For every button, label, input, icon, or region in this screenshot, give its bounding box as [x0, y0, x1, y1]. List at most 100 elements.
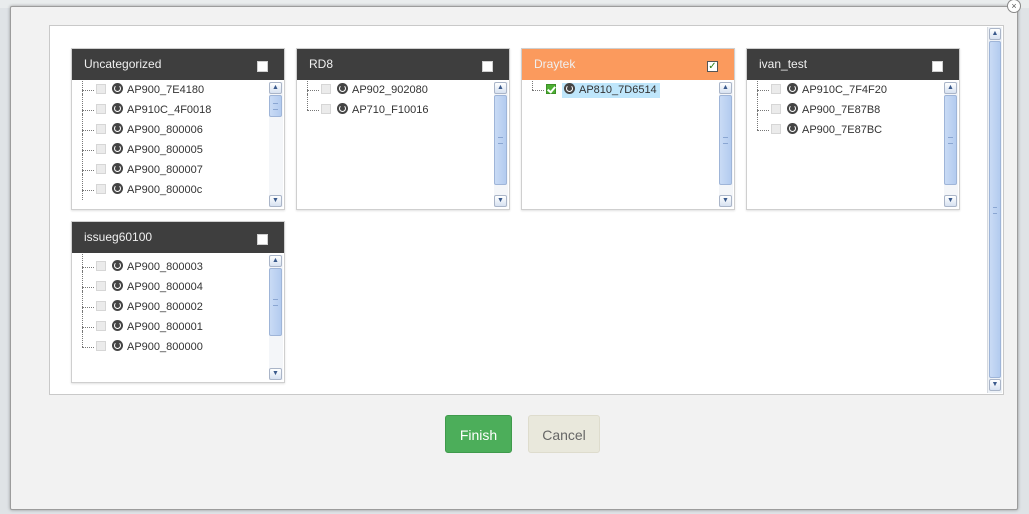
tree-node[interactable]: AP900_80000c	[82, 174, 266, 200]
close-icon[interactable]: ×	[1007, 0, 1021, 13]
group-tree: AP900_800003 AP900_800004 AP900_800002 A…	[72, 253, 284, 382]
chevron-down-icon[interactable]: ▼	[719, 195, 732, 207]
chevron-up-icon[interactable]: ▲	[719, 82, 732, 94]
ap-label: AP900_800001	[127, 321, 203, 333]
checkbox-icon[interactable]	[96, 144, 106, 154]
tree-node[interactable]: AP900_800004	[82, 271, 266, 297]
chevron-up-icon[interactable]: ▲	[989, 28, 1001, 40]
chevron-down-icon[interactable]: ▼	[494, 195, 507, 207]
checkbox-icon[interactable]	[321, 104, 331, 114]
tree-node[interactable]: AP900_7E87B8	[757, 94, 941, 120]
chevron-down-icon[interactable]: ▼	[944, 195, 957, 207]
group-tree: AP810_7D6514 ▲ ▼	[522, 80, 734, 209]
scrollbar-thumb[interactable]	[269, 95, 282, 117]
access-point-icon	[112, 123, 123, 134]
ap-label: AP900_800003	[127, 261, 203, 273]
group-scrollbar[interactable]: ▲ ▼	[944, 82, 958, 207]
checkbox-icon[interactable]	[257, 234, 268, 245]
ap-label: AP900_800007	[127, 164, 203, 176]
checkbox-icon[interactable]	[257, 61, 268, 72]
access-point-icon	[787, 123, 798, 134]
group-panel: ▲ ▼ Uncategorized AP900_7E4180 AP910C_4F…	[49, 25, 1004, 395]
ap-label: AP900_7E4180	[127, 84, 205, 96]
group-scrollbar[interactable]: ▲ ▼	[719, 82, 733, 207]
checkbox-icon[interactable]: ✓	[707, 61, 718, 72]
tree-node[interactable]: AP900_7E87BC	[757, 114, 941, 140]
group-scrollbar[interactable]: ▲ ▼	[269, 255, 283, 380]
tree-node[interactable]: AP810_7D6514	[532, 80, 716, 100]
access-point-icon	[112, 103, 123, 114]
checkbox-icon[interactable]	[546, 84, 556, 94]
checkbox-icon[interactable]	[96, 84, 106, 94]
checkbox-icon[interactable]	[96, 321, 106, 331]
ap-label-text: AP810_7D6514	[579, 84, 657, 96]
tree-node[interactable]: AP902_902080	[307, 80, 491, 100]
access-point-icon	[112, 163, 123, 174]
checkbox-icon[interactable]	[96, 301, 106, 311]
access-point-icon	[112, 300, 123, 311]
checkbox-icon[interactable]	[321, 84, 331, 94]
tree-node[interactable]: AP900_800005	[82, 134, 266, 160]
checkbox-icon[interactable]	[482, 61, 493, 72]
scrollbar-thumb[interactable]	[269, 268, 282, 336]
group-title: issueg60100	[84, 230, 153, 244]
ap-label: AP900_80000c	[127, 184, 203, 196]
checkbox-icon[interactable]	[932, 61, 943, 72]
checkbox-icon[interactable]	[771, 84, 781, 94]
checkbox-icon[interactable]	[96, 341, 106, 351]
access-point-icon	[787, 103, 798, 114]
access-point-icon	[337, 103, 348, 114]
chevron-up-icon[interactable]: ▲	[944, 82, 957, 94]
chevron-down-icon[interactable]: ▼	[269, 195, 282, 207]
group-header: Uncategorized	[72, 49, 284, 80]
scrollbar-thumb[interactable]	[944, 95, 957, 185]
finish-button[interactable]: Finish	[445, 415, 512, 453]
access-point-icon	[112, 340, 123, 351]
chevron-up-icon[interactable]: ▲	[494, 82, 507, 94]
checkbox-icon[interactable]	[96, 124, 106, 134]
tree-node[interactable]: AP900_800002	[82, 291, 266, 317]
group-card-issueg60100: issueg60100 AP900_800003 AP900_800004 AP…	[71, 221, 285, 383]
checkbox-icon[interactable]	[96, 261, 106, 271]
scrollbar-thumb[interactable]	[494, 95, 507, 185]
ap-label: AP902_902080	[352, 84, 428, 96]
checkbox-icon[interactable]	[771, 104, 781, 114]
tree-node[interactable]: AP900_7E4180	[82, 80, 266, 100]
tree-node[interactable]: AP710_F10016	[307, 94, 491, 120]
tree-node[interactable]: AP910C_7F4F20	[757, 80, 941, 100]
group-scrollbar[interactable]: ▲ ▼	[269, 82, 283, 207]
ap-label: AP900_800006	[127, 124, 203, 136]
tree-node[interactable]: AP900_800003	[82, 253, 266, 277]
ap-label-selected: AP810_7D6514	[562, 83, 660, 98]
tree-node[interactable]: AP900_800007	[82, 154, 266, 180]
chevron-up-icon[interactable]: ▲	[269, 255, 282, 267]
group-header: Draytek ✓	[522, 49, 734, 80]
panel-scrollbar[interactable]: ▲ ▼	[987, 27, 1002, 393]
access-point-icon	[112, 83, 123, 94]
tree-node[interactable]: AP910C_4F0018	[82, 94, 266, 120]
group-scrollbar[interactable]: ▲ ▼	[494, 82, 508, 207]
ap-label: AP900_7E87BC	[802, 124, 883, 136]
checkbox-icon[interactable]	[771, 124, 781, 134]
chevron-up-icon[interactable]: ▲	[269, 82, 282, 94]
access-point-icon	[337, 83, 348, 94]
access-point-icon	[112, 260, 123, 271]
chevron-down-icon[interactable]: ▼	[989, 379, 1001, 391]
cancel-button[interactable]: Cancel	[528, 415, 600, 453]
tree-node[interactable]: AP900_800000	[82, 331, 266, 357]
ap-label: AP900_7E87B8	[802, 104, 881, 116]
scrollbar-thumb[interactable]	[719, 95, 732, 185]
checkbox-icon[interactable]	[96, 184, 106, 194]
scrollbar-thumb[interactable]	[989, 41, 1001, 378]
checkbox-icon[interactable]	[96, 281, 106, 291]
chevron-down-icon[interactable]: ▼	[269, 368, 282, 380]
group-card-draytek: Draytek ✓ AP810_7D6514 ▲ ▼	[521, 48, 735, 210]
group-header: ivan_test	[747, 49, 959, 80]
access-point-icon	[112, 183, 123, 194]
checkbox-icon[interactable]	[96, 164, 106, 174]
assign-ap-dialog: × ▲ ▼ Uncategorized AP900_7E4180 AP910C_…	[10, 0, 1021, 510]
tree-node[interactable]: AP900_800006	[82, 114, 266, 140]
access-point-icon	[112, 280, 123, 291]
checkbox-icon[interactable]	[96, 104, 106, 114]
tree-node[interactable]: AP900_800001	[82, 311, 266, 337]
